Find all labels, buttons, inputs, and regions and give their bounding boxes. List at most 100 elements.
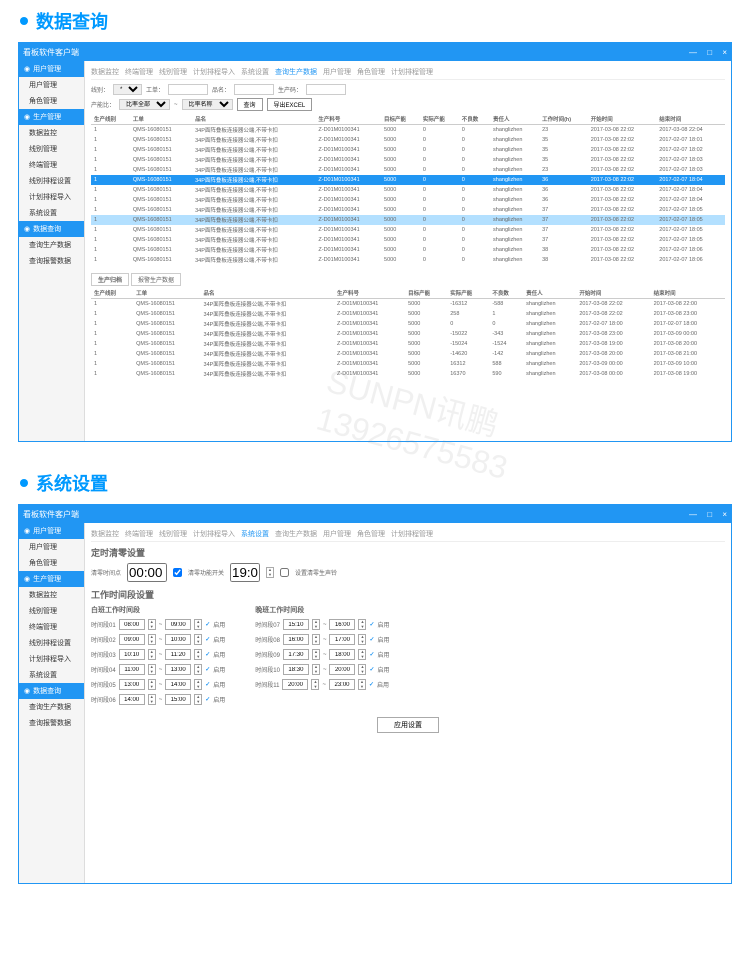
slot-from-input[interactable] <box>119 634 145 645</box>
nav-tab[interactable]: 系统设置 <box>241 69 269 76</box>
sidebar-group-header[interactable]: ◉ 用户管理 <box>19 523 84 539</box>
spinner-icon[interactable]: ▲▼ <box>312 634 320 645</box>
spinner-icon[interactable]: ▲▼ <box>148 679 156 690</box>
sidebar-group-header[interactable]: ◉ 用户管理 <box>19 61 84 77</box>
export-button[interactable]: 导出EXCEL <box>267 98 313 111</box>
slot-to-input[interactable] <box>329 649 355 660</box>
slot-from-input[interactable] <box>119 664 145 675</box>
spinner-icon[interactable]: ▲▼ <box>194 619 202 630</box>
slot-to-input[interactable] <box>329 634 355 645</box>
table-row[interactable]: 1QMS-1608015134P面阵叠板连接器公端,不带卡扣Z-D01M0100… <box>91 245 725 255</box>
sidebar-item[interactable]: 线别排程设置 <box>19 173 84 189</box>
sidebar-item[interactable]: 查询生产数据 <box>19 237 84 253</box>
table-row[interactable]: 1QMS-1608015134P面阵叠板连接器公端,不带卡扣Z-D01M0100… <box>91 359 725 369</box>
sidebar-group-header[interactable]: ◉ 数据查询 <box>19 683 84 699</box>
spinner-icon[interactable]: ▲▼ <box>194 679 202 690</box>
nav-tab[interactable]: 角色管理 <box>357 69 385 76</box>
sidebar-item[interactable]: 查询报警数据 <box>19 715 84 731</box>
table-row[interactable]: 1QMS-1608015134P面阵叠板连接器公端,不带卡扣Z-D01M0100… <box>91 165 725 175</box>
window-close-icon[interactable]: × <box>722 510 727 519</box>
spinner-icon[interactable]: ▲▼ <box>194 634 202 645</box>
sidebar-group-header[interactable]: ◉ 数据查询 <box>19 221 84 237</box>
sidebar-item[interactable]: 用户管理 <box>19 539 84 555</box>
sidebar-item[interactable]: 终端管理 <box>19 157 84 173</box>
filter-compare-select2[interactable]: 比率名称 <box>182 99 233 110</box>
slot-to-input[interactable] <box>165 649 191 660</box>
slot-from-input[interactable] <box>119 694 145 705</box>
spinner-icon[interactable]: ▲▼ <box>312 619 320 630</box>
spinner-icon[interactable]: ▲▼ <box>148 664 156 675</box>
spinner-icon[interactable]: ▲▼ <box>148 619 156 630</box>
table-row[interactable]: 1QMS-1608015134P面阵叠板连接器公端,不带卡扣Z-D01M0100… <box>91 369 725 379</box>
spinner-icon[interactable]: ▲▼ <box>311 679 319 690</box>
sidebar-item[interactable]: 计划排程导入 <box>19 189 84 205</box>
slot-to-input[interactable] <box>165 634 191 645</box>
table-row[interactable]: 1QMS-1608015134P面阵叠板连接器公端,不带卡扣Z-D01M0100… <box>91 125 725 136</box>
nav-tab[interactable]: 角色管理 <box>357 531 385 538</box>
save-button[interactable]: 应用设置 <box>377 717 439 733</box>
sub-tab[interactable]: 生产归档 <box>91 273 129 286</box>
nav-tab[interactable]: 计划排程管理 <box>391 69 433 76</box>
sidebar-item[interactable]: 系统设置 <box>19 205 84 221</box>
filter-order-input[interactable] <box>168 84 208 95</box>
slot-from-input[interactable] <box>283 634 309 645</box>
nav-tab[interactable]: 用户管理 <box>323 69 351 76</box>
table-row[interactable]: 1QMS-1608015134P面阵叠板连接器公端,不带卡扣Z-D01M0100… <box>91 309 725 319</box>
mute-alarm-checkbox[interactable] <box>280 568 289 577</box>
clear-time-input[interactable] <box>230 563 260 582</box>
table-row[interactable]: 1QMS-1608015134P面阵叠板连接器公端,不带卡扣Z-D01M0100… <box>91 195 725 205</box>
nav-tab[interactable]: 终端管理 <box>125 531 153 538</box>
window-min-icon[interactable]: — <box>689 48 697 57</box>
table-row[interactable]: 1QMS-1608015134P面阵叠板连接器公端,不带卡扣Z-D01M0100… <box>91 339 725 349</box>
nav-tab[interactable]: 查询生产数据 <box>275 69 317 76</box>
sidebar-item[interactable]: 角色管理 <box>19 555 84 571</box>
slot-from-input[interactable] <box>119 649 145 660</box>
table-row[interactable]: 1QMS-1608015134P面阵叠板连接器公端,不带卡扣Z-D01M0100… <box>91 155 725 165</box>
sidebar-item[interactable]: 计划排程导入 <box>19 651 84 667</box>
nav-tab[interactable]: 终端管理 <box>125 69 153 76</box>
nav-tab[interactable]: 计划排程导入 <box>193 531 235 538</box>
nav-tab[interactable]: 数据监控 <box>91 69 119 76</box>
table-row[interactable]: 1QMS-1608015134P面阵叠板连接器公端,不带卡扣Z-D01M0100… <box>91 145 725 155</box>
sidebar-item[interactable]: 系统设置 <box>19 667 84 683</box>
table-row[interactable]: 1QMS-1608015134P面阵叠板连接器公端,不带卡扣Z-D01M0100… <box>91 225 725 235</box>
table-row[interactable]: 1QMS-1608015134P面阵叠板连接器公端,不带卡扣Z-D01M0100… <box>91 255 725 265</box>
spinner-icon[interactable]: ▲▼ <box>358 679 366 690</box>
slot-from-input[interactable] <box>119 679 145 690</box>
sidebar-item[interactable]: 线别管理 <box>19 603 84 619</box>
window-max-icon[interactable]: □ <box>707 510 712 519</box>
table-row[interactable]: 1QMS-1608015134P面阵叠板连接器公端,不带卡扣Z-D01M0100… <box>91 319 725 329</box>
table-row[interactable]: 1QMS-1608015134P面阵叠板连接器公端,不带卡扣Z-D01M0100… <box>91 215 725 225</box>
nav-tab[interactable]: 线别管理 <box>159 531 187 538</box>
nav-tab[interactable]: 线别管理 <box>159 69 187 76</box>
nav-tab[interactable]: 计划排程管理 <box>391 531 433 538</box>
spinner-icon[interactable]: ▲▼ <box>148 649 156 660</box>
slot-from-input[interactable] <box>283 619 309 630</box>
sidebar-group-header[interactable]: ◉ 生产管理 <box>19 571 84 587</box>
spinner-icon[interactable]: ▲▼ <box>312 664 320 675</box>
window-max-icon[interactable]: □ <box>707 48 712 57</box>
spinner-icon[interactable]: ▲▼ <box>148 634 156 645</box>
nav-tab[interactable]: 用户管理 <box>323 531 351 538</box>
sidebar-item[interactable]: 查询生产数据 <box>19 699 84 715</box>
spinner-icon[interactable]: ▲▼ <box>148 694 156 705</box>
slot-to-input[interactable] <box>329 664 355 675</box>
spinner-icon[interactable]: ▲▼ <box>194 664 202 675</box>
spinner-icon[interactable]: ▲▼ <box>312 649 320 660</box>
table-row[interactable]: 1QMS-1608015134P面阵叠板连接器公端,不带卡扣Z-D01M0100… <box>91 135 725 145</box>
sidebar-item[interactable]: 用户管理 <box>19 77 84 93</box>
filter-prodcode-input[interactable] <box>306 84 346 95</box>
filter-line-select[interactable]: * <box>113 84 142 95</box>
query-button[interactable]: 查询 <box>237 98 263 111</box>
slot-to-input[interactable] <box>165 619 191 630</box>
clear-interval-input[interactable] <box>127 563 167 582</box>
table-row[interactable]: 1QMS-1608015134P面阵叠板连接器公端,不带卡扣Z-D01M0100… <box>91 235 725 245</box>
filter-compare-select[interactable]: 比率全部 <box>119 99 170 110</box>
sidebar-item[interactable]: 角色管理 <box>19 93 84 109</box>
sub-tab[interactable]: 报警生产数据 <box>131 273 181 286</box>
sidebar-item[interactable]: 终端管理 <box>19 619 84 635</box>
slot-to-input[interactable] <box>329 619 355 630</box>
window-min-icon[interactable]: — <box>689 510 697 519</box>
clear-enable-checkbox[interactable] <box>173 568 182 577</box>
spinner-icon[interactable]: ▲▼ <box>266 567 274 578</box>
